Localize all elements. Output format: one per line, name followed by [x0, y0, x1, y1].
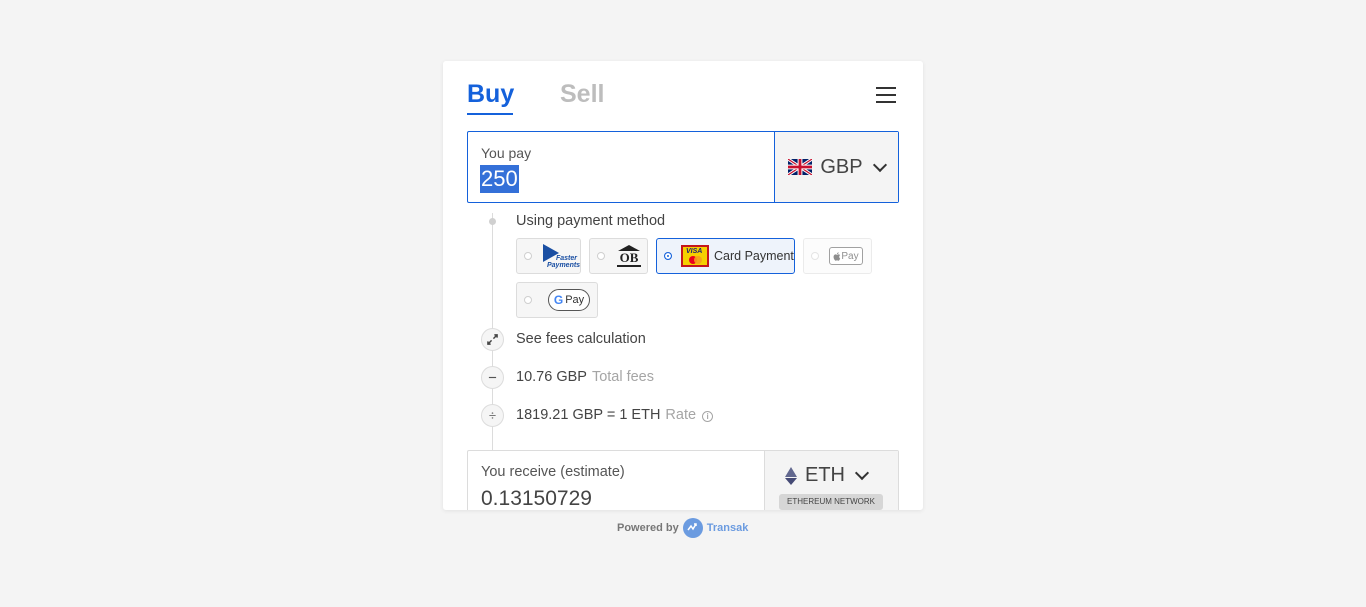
payment-option-faster-payments[interactable]: Faster Payments [516, 238, 581, 274]
total-fees-row: 10.76 GBP Total fees [516, 369, 654, 385]
network-badge: ETHEREUM NETWORK [779, 494, 883, 510]
info-icon[interactable]: i [702, 411, 714, 422]
expand-arrows-icon[interactable] [481, 328, 504, 351]
crypto-currency-code: ETH [805, 464, 845, 486]
apple-pay-logo: Pay [829, 247, 863, 265]
total-fees-value: 10.76 GBP [516, 369, 587, 385]
radio-button[interactable] [524, 252, 532, 260]
fiat-currency-code: GBP [820, 155, 863, 178]
payment-method-label: Using payment method [516, 213, 666, 229]
radio-button[interactable] [811, 252, 819, 260]
fiat-currency-select[interactable]: GBP [774, 132, 898, 202]
rate-value: 1819.21 GBP = 1 ETH [516, 407, 661, 423]
timeline-dot [489, 218, 496, 225]
card-payment-label: Card Payment [714, 249, 794, 263]
payment-option-apple-pay[interactable]: Pay [803, 238, 872, 274]
google-g-icon: G [553, 293, 564, 307]
google-pay-logo: G Pay [548, 289, 590, 311]
minus-icon [481, 366, 504, 389]
rate-row: 1819.21 GBP = 1 ETH Rate i [516, 407, 714, 423]
powered-by-label: Powered by [617, 522, 679, 534]
ethereum-icon [785, 466, 797, 485]
apple-icon [833, 251, 841, 261]
visa-mastercard-logo: VISA [681, 245, 709, 267]
payment-option-google-pay[interactable]: G Pay [516, 282, 598, 318]
payment-option-open-banking[interactable]: OB [589, 238, 648, 274]
uk-flag-icon [788, 159, 813, 175]
powered-by-footer[interactable]: Powered by Transak [617, 518, 748, 538]
receive-label: You receive (estimate) [481, 464, 625, 480]
faster-payments-logo: Faster Payments [543, 244, 580, 269]
radio-button[interactable] [524, 296, 532, 304]
transak-widget: Buy Sell You pay 250 GBP Using payment m… [443, 61, 923, 510]
pay-amount-input[interactable]: 250 [480, 165, 519, 193]
receive-amount-area[interactable]: You receive (estimate) 0.13150729 [468, 451, 764, 510]
tab-sell[interactable]: Sell [560, 80, 604, 109]
you-pay-field: You pay 250 GBP [467, 131, 899, 203]
total-fees-label: Total fees [591, 369, 655, 385]
see-fees-calculation-link[interactable]: See fees calculation [516, 331, 646, 347]
pay-amount-area[interactable]: You pay 250 [468, 132, 774, 202]
chevron-down-icon [854, 465, 870, 481]
open-banking-logo: OB [617, 245, 641, 267]
tab-buy-underline [467, 113, 513, 115]
radio-button[interactable] [597, 252, 605, 260]
divide-icon [481, 404, 504, 427]
receive-amount[interactable]: 0.13150729 [481, 487, 592, 510]
chevron-down-icon [872, 157, 887, 172]
rate-label: Rate [665, 407, 697, 423]
tab-buy[interactable]: Buy [467, 80, 514, 109]
crypto-currency-select[interactable]: ETH ETHEREUM NETWORK [764, 451, 898, 510]
transak-logo-icon [682, 518, 703, 538]
payment-option-card-payment[interactable]: VISA Card Payment [656, 238, 795, 274]
hamburger-menu-icon[interactable] [875, 87, 897, 105]
transak-brand-name: Transak [706, 522, 749, 534]
pay-label: You pay [481, 145, 532, 161]
radio-button-selected[interactable] [664, 252, 672, 260]
you-receive-field: You receive (estimate) 0.13150729 ETH ET… [467, 450, 899, 510]
